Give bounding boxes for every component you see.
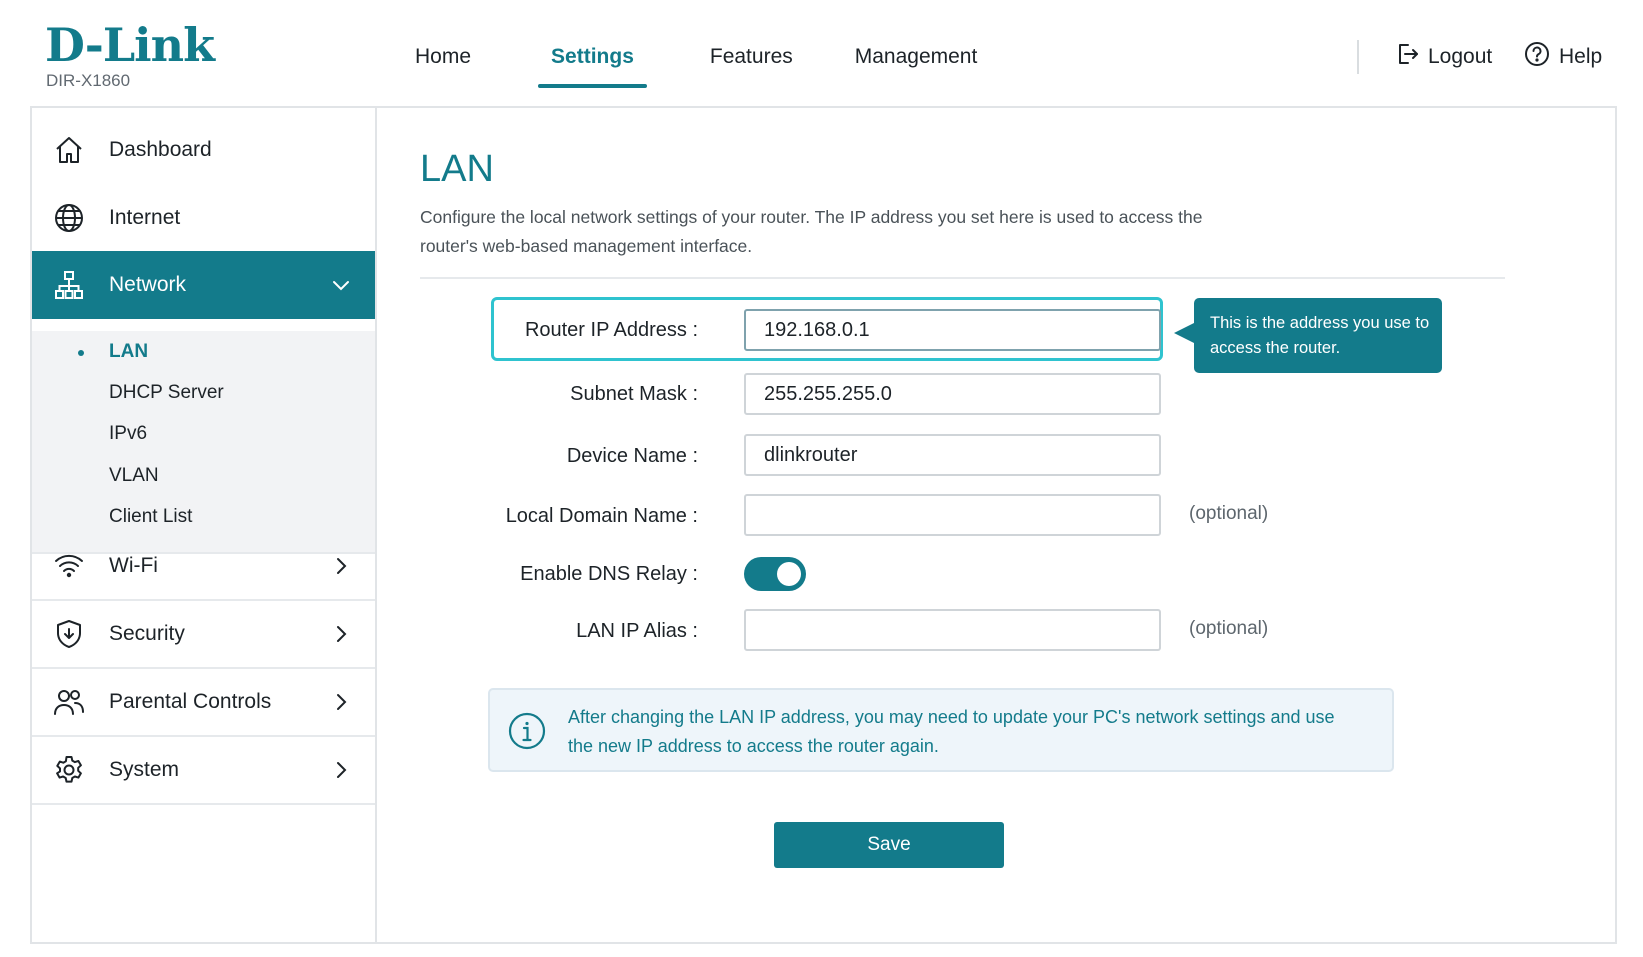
users-icon	[52, 685, 86, 719]
dns-relay-toggle[interactable]	[744, 557, 806, 591]
submenu-item-client-list[interactable]: Client List	[109, 506, 192, 528]
sidebar-item-network[interactable]: Network	[32, 251, 375, 319]
sidebar-item-internet[interactable]: Internet	[32, 184, 375, 252]
subnet-mask-label: Subnet Mask :	[570, 383, 698, 405]
active-dot	[78, 350, 84, 356]
chevron-right-icon	[331, 556, 351, 576]
chevron-right-icon	[331, 692, 351, 712]
divider	[420, 277, 1505, 279]
nav-settings[interactable]: Settings	[538, 0, 647, 106]
router-ip-label: Router IP Address :	[524, 319, 698, 341]
app-header: D-Link DIR-X1860 Home Settings Features …	[0, 0, 1643, 106]
shield-icon	[52, 617, 86, 651]
wifi-icon	[52, 549, 86, 583]
nav-management[interactable]: Management	[855, 0, 978, 106]
logout-label: Logout	[1428, 45, 1493, 68]
router-ip-input[interactable]	[744, 309, 1161, 351]
toggle-knob	[777, 562, 801, 586]
model-name: DIR-X1860	[46, 71, 131, 90]
logo-text: D-Link	[45, 18, 215, 72]
sidebar-item-parental-controls[interactable]: Parental Controls	[32, 669, 375, 737]
subnet-mask-input[interactable]	[744, 373, 1161, 415]
local-domain-optional-hint: (optional)	[1189, 503, 1269, 524]
network-icon	[52, 268, 86, 302]
submenu-item-vlan[interactable]: VLAN	[109, 465, 159, 487]
header-divider	[1357, 40, 1359, 74]
sidebar-item-label: System	[109, 758, 180, 781]
help-button[interactable]: Help	[1523, 40, 1602, 74]
info-text: After changing the LAN IP address, you m…	[568, 707, 1335, 756]
router-ip-tooltip: This is the address you use to access th…	[1174, 298, 1442, 373]
page-description: Configure the local network settings of …	[420, 207, 1203, 256]
home-icon	[52, 133, 86, 167]
submenu-item-ipv6[interactable]: IPv6	[109, 423, 147, 445]
content-area: LAN Configure the local network settings…	[378, 108, 1617, 942]
sidebar-item-label: Security	[109, 622, 185, 645]
submenu-item-lan[interactable]: LAN	[109, 341, 148, 363]
nav-home[interactable]: Home	[415, 0, 471, 106]
info-icon	[508, 712, 546, 750]
dlink-logo[interactable]: D-Link	[45, 18, 215, 72]
sidebar-item-label: Parental Controls	[109, 690, 272, 713]
nav-features[interactable]: Features	[710, 0, 793, 106]
logout-button[interactable]: Logout	[1394, 40, 1492, 74]
sidebar-item-dashboard[interactable]: Dashboard	[32, 116, 375, 184]
lan-ip-alias-input[interactable]	[744, 609, 1161, 651]
globe-icon	[52, 201, 86, 235]
chevron-right-icon	[331, 760, 351, 780]
sidebar-item-label: Dashboard	[109, 138, 212, 161]
dns-relay-label: Enable DNS Relay :	[520, 563, 698, 585]
gear-icon	[52, 753, 86, 787]
sidebar-item-system[interactable]: System	[32, 737, 375, 805]
save-button[interactable]: Save	[774, 822, 1004, 868]
chevron-right-icon	[331, 624, 351, 644]
info-note: After changing the LAN IP address, you m…	[488, 688, 1394, 772]
top-nav: Home Settings Features Management	[395, 0, 977, 106]
lan-ip-alias-label: LAN IP Alias :	[576, 620, 698, 642]
chevron-down-icon	[331, 275, 351, 295]
sidebar-item-label: Wi-Fi	[109, 554, 158, 577]
sidebar-item-label: Internet	[109, 206, 181, 229]
local-domain-input[interactable]	[744, 494, 1161, 536]
sidebar-item-wifi[interactable]: Wi-Fi	[32, 533, 375, 601]
help-icon	[1523, 40, 1559, 74]
sidebar-item-label: Network	[109, 273, 187, 296]
logout-icon	[1394, 41, 1428, 73]
page-title: LAN	[420, 148, 494, 190]
main-frame: Dashboard Internet Network LAN DHCP Serv…	[30, 106, 1617, 944]
lan-ip-alias-optional-hint: (optional)	[1189, 618, 1269, 639]
local-domain-label: Local Domain Name :	[505, 505, 698, 527]
network-submenu: LAN DHCP Server IPv6 VLAN Client List	[32, 331, 375, 554]
device-name-label: Device Name :	[566, 445, 698, 467]
help-label: Help	[1559, 45, 1603, 68]
device-name-input[interactable]	[744, 434, 1161, 476]
submenu-item-dhcp-server[interactable]: DHCP Server	[109, 382, 224, 404]
sidebar: Dashboard Internet Network LAN DHCP Serv…	[32, 108, 377, 942]
sidebar-item-security[interactable]: Security	[32, 601, 375, 669]
